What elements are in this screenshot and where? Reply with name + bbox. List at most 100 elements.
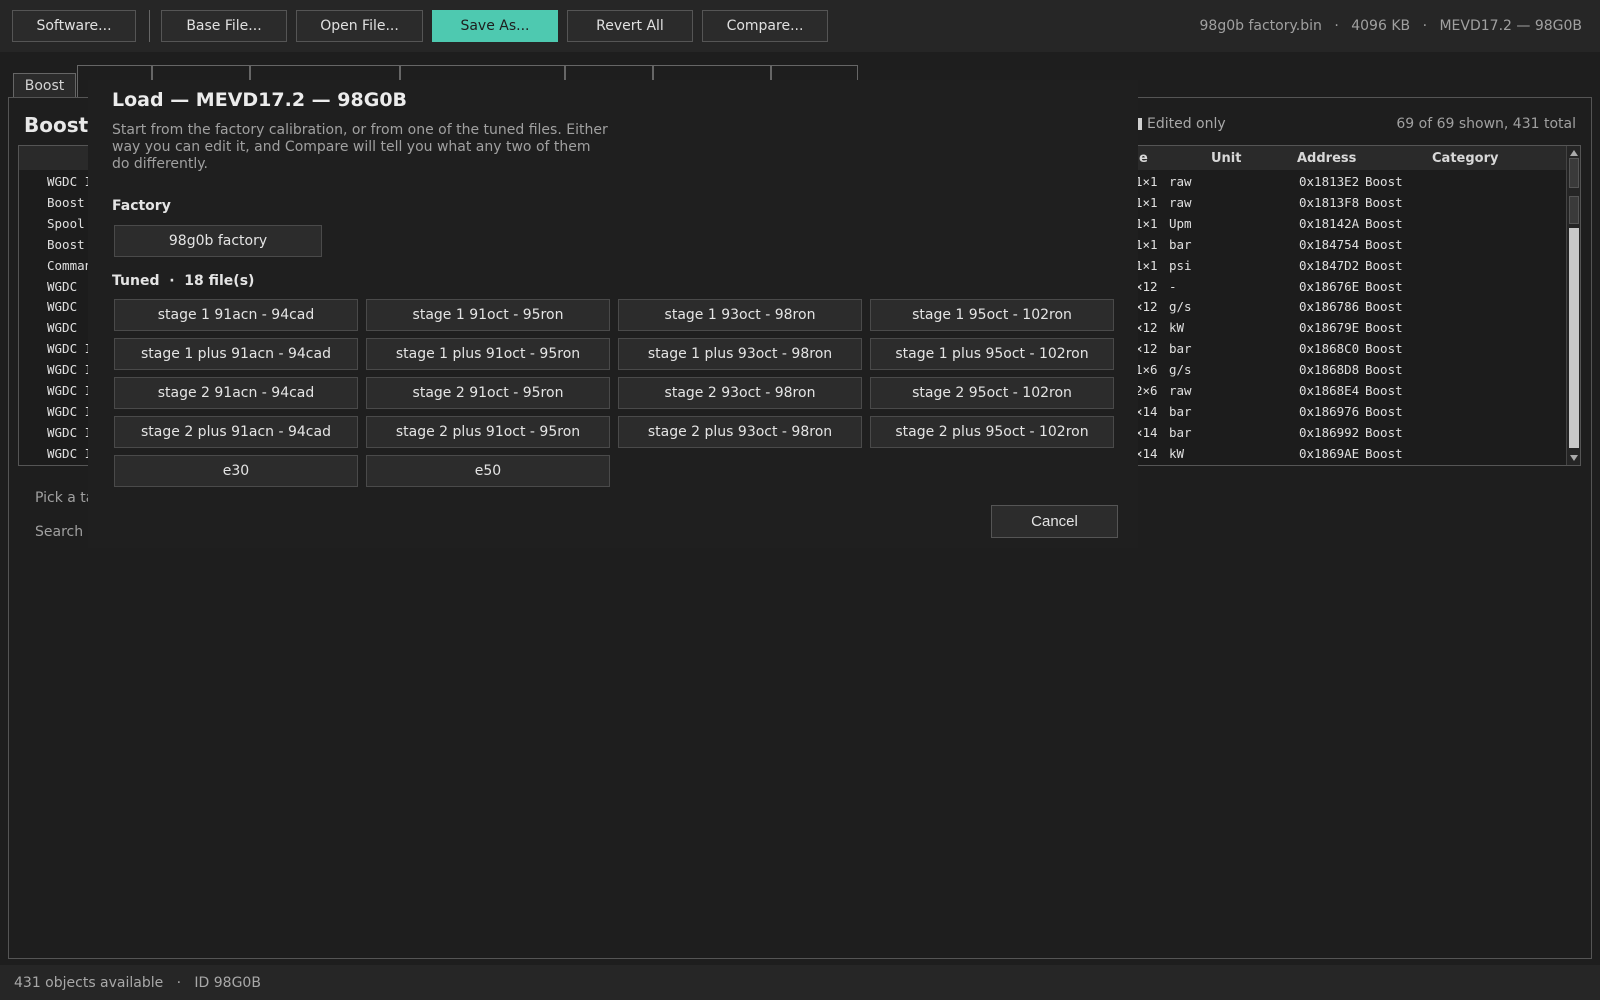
tuned-file-button[interactable]: stage 1 91oct - 95ron bbox=[366, 299, 610, 331]
name-cell: WGDC bbox=[47, 320, 78, 336]
tuned-file-button[interactable]: e30 bbox=[114, 455, 358, 487]
toolbar-separator bbox=[149, 10, 150, 42]
tuned-file-button[interactable]: e50 bbox=[366, 455, 610, 487]
pick-table-hint: Pick a ta bbox=[35, 490, 95, 506]
size-cell: 2×6 bbox=[1135, 383, 1158, 398]
size-cell: ×14 bbox=[1135, 445, 1158, 461]
open-file-button[interactable]: Open File... bbox=[296, 10, 423, 42]
address-cell: 0x18142A bbox=[1299, 215, 1360, 231]
category-cell: Boost bbox=[1365, 278, 1403, 294]
category-cell: Boost bbox=[1365, 174, 1403, 189]
column-header-category[interactable]: Category bbox=[1432, 151, 1498, 166]
size-cell: ×12 bbox=[1135, 341, 1158, 357]
edited-only-checkbox[interactable]: Edited only bbox=[1136, 116, 1226, 132]
name-cell: WGDC I bbox=[47, 445, 89, 461]
category-cell: Boost bbox=[1365, 257, 1403, 273]
unit-cell: raw bbox=[1169, 194, 1192, 210]
address-cell: 0x186786 bbox=[1299, 299, 1360, 315]
tuned-file-button[interactable]: stage 1 plus 95oct - 102ron bbox=[870, 338, 1114, 370]
file-info-sep: · bbox=[1334, 18, 1339, 34]
address-cell: 0x1868D8 bbox=[1299, 362, 1360, 378]
edited-only-label: Edited only bbox=[1147, 116, 1226, 132]
dialog-description: Start from the factory calibration, or f… bbox=[112, 122, 608, 172]
scroll-thumb-small[interactable] bbox=[1569, 196, 1579, 224]
tuned-file-button[interactable]: stage 1 91acn - 94cad bbox=[114, 299, 358, 331]
category-cell: Boost bbox=[1365, 299, 1403, 315]
category-cell: Boost bbox=[1365, 236, 1403, 252]
tuned-file-button[interactable]: stage 2 plus 91oct - 95ron bbox=[366, 416, 610, 448]
address-cell: 0x18676E bbox=[1299, 278, 1360, 294]
panel-title: Boost bbox=[24, 113, 89, 137]
base-file-button[interactable]: Base File... bbox=[161, 10, 287, 42]
scroll-down-icon[interactable] bbox=[1570, 455, 1578, 461]
tuned-file-button[interactable]: stage 2 91oct - 95ron bbox=[366, 377, 610, 409]
toolbar: Software... Base File... Open File... Sa… bbox=[0, 0, 1600, 52]
size-cell: ×12 bbox=[1135, 320, 1158, 336]
category-cell: Boost bbox=[1365, 320, 1403, 336]
file-size: 4096 KB bbox=[1351, 18, 1411, 34]
name-cell: Boost bbox=[47, 194, 85, 210]
address-cell: 0x1813F8 bbox=[1299, 194, 1360, 210]
size-cell: 1×1 bbox=[1135, 215, 1158, 231]
status-bar: 431 objects available · ID 98G0B bbox=[0, 965, 1600, 1000]
category-cell: Boost bbox=[1365, 215, 1403, 231]
tuned-file-button[interactable]: stage 2 91acn - 94cad bbox=[114, 377, 358, 409]
unit-cell: bar bbox=[1169, 341, 1192, 357]
factory-file-button[interactable]: 98g0b factory bbox=[114, 225, 322, 257]
revert-all-button[interactable]: Revert All bbox=[567, 10, 693, 42]
unit-cell: bar bbox=[1169, 424, 1192, 440]
category-cell: Boost bbox=[1365, 194, 1403, 210]
tuned-heading: Tuned · 18 file(s) bbox=[112, 273, 255, 289]
scroll-thumb[interactable] bbox=[1569, 228, 1579, 448]
tuned-file-button[interactable]: stage 2 plus 91acn - 94cad bbox=[114, 416, 358, 448]
address-cell: 0x184754 bbox=[1299, 236, 1360, 252]
file-info: 98g0b factory.bin · 4096 KB · MEVD17.2 —… bbox=[1196, 18, 1586, 34]
tuned-file-button[interactable]: stage 1 plus 91acn - 94cad bbox=[114, 338, 358, 370]
save-as-button[interactable]: Save As... bbox=[432, 10, 558, 42]
status-text: 431 objects available · ID 98G0B bbox=[14, 975, 261, 991]
address-cell: 0x186992 bbox=[1299, 424, 1360, 440]
name-cell: WGDC I bbox=[47, 362, 89, 378]
category-cell: Boost bbox=[1365, 445, 1403, 461]
name-cell: WGDC I bbox=[47, 174, 89, 189]
tab-boost[interactable]: Boost bbox=[13, 73, 76, 98]
tuned-file-button[interactable]: stage 1 plus 91oct - 95ron bbox=[366, 338, 610, 370]
table-scrollbar[interactable] bbox=[1566, 146, 1580, 465]
address-cell: 0x1868E4 bbox=[1299, 383, 1360, 398]
dialog-title: Load — MEVD17.2 — 98G0B bbox=[112, 89, 408, 111]
unit-cell: kW bbox=[1169, 320, 1185, 336]
compare-button[interactable]: Compare... bbox=[702, 10, 828, 42]
scroll-up-icon[interactable] bbox=[1570, 150, 1578, 156]
tuned-file-button[interactable]: stage 2 93oct - 98ron bbox=[618, 377, 862, 409]
size-cell: ×14 bbox=[1135, 403, 1158, 419]
tuned-file-button[interactable]: stage 2 plus 93oct - 98ron bbox=[618, 416, 862, 448]
category-cell: Boost bbox=[1365, 383, 1403, 398]
unit-cell: bar bbox=[1169, 236, 1192, 252]
column-header-unit[interactable]: Unit bbox=[1211, 151, 1241, 166]
unit-cell: g/s bbox=[1169, 362, 1192, 378]
tuned-file-button[interactable]: stage 1 95oct - 102ron bbox=[870, 299, 1114, 331]
category-cell: Boost bbox=[1365, 341, 1403, 357]
tuned-file-button[interactable]: stage 1 93oct - 98ron bbox=[618, 299, 862, 331]
category-cell: Boost bbox=[1365, 424, 1403, 440]
scroll-thumb-small[interactable] bbox=[1569, 158, 1579, 188]
cancel-button[interactable]: Cancel bbox=[991, 505, 1118, 538]
size-cell: 1×6 bbox=[1135, 362, 1158, 378]
name-cell: WGDC I bbox=[47, 403, 89, 419]
software-button[interactable]: Software... bbox=[12, 10, 136, 42]
unit-cell: g/s bbox=[1169, 299, 1192, 315]
address-cell: 0x1813E2 bbox=[1299, 174, 1360, 189]
address-cell: 0x1869AE bbox=[1299, 445, 1360, 461]
tuned-file-button[interactable]: stage 2 plus 95oct - 102ron bbox=[870, 416, 1114, 448]
name-cell: Boost bbox=[47, 236, 85, 252]
tuned-file-button[interactable]: stage 1 plus 93oct - 98ron bbox=[618, 338, 862, 370]
unit-cell: raw bbox=[1169, 383, 1192, 398]
size-cell: ×12 bbox=[1135, 299, 1158, 315]
column-header-name[interactable]: e bbox=[1139, 151, 1148, 166]
unit-cell: bar bbox=[1169, 403, 1192, 419]
unit-cell: raw bbox=[1169, 174, 1192, 189]
factory-heading: Factory bbox=[112, 198, 171, 214]
column-header-address[interactable]: Address bbox=[1297, 151, 1356, 166]
size-cell: 1×1 bbox=[1135, 257, 1158, 273]
tuned-file-button[interactable]: stage 2 95oct - 102ron bbox=[870, 377, 1114, 409]
